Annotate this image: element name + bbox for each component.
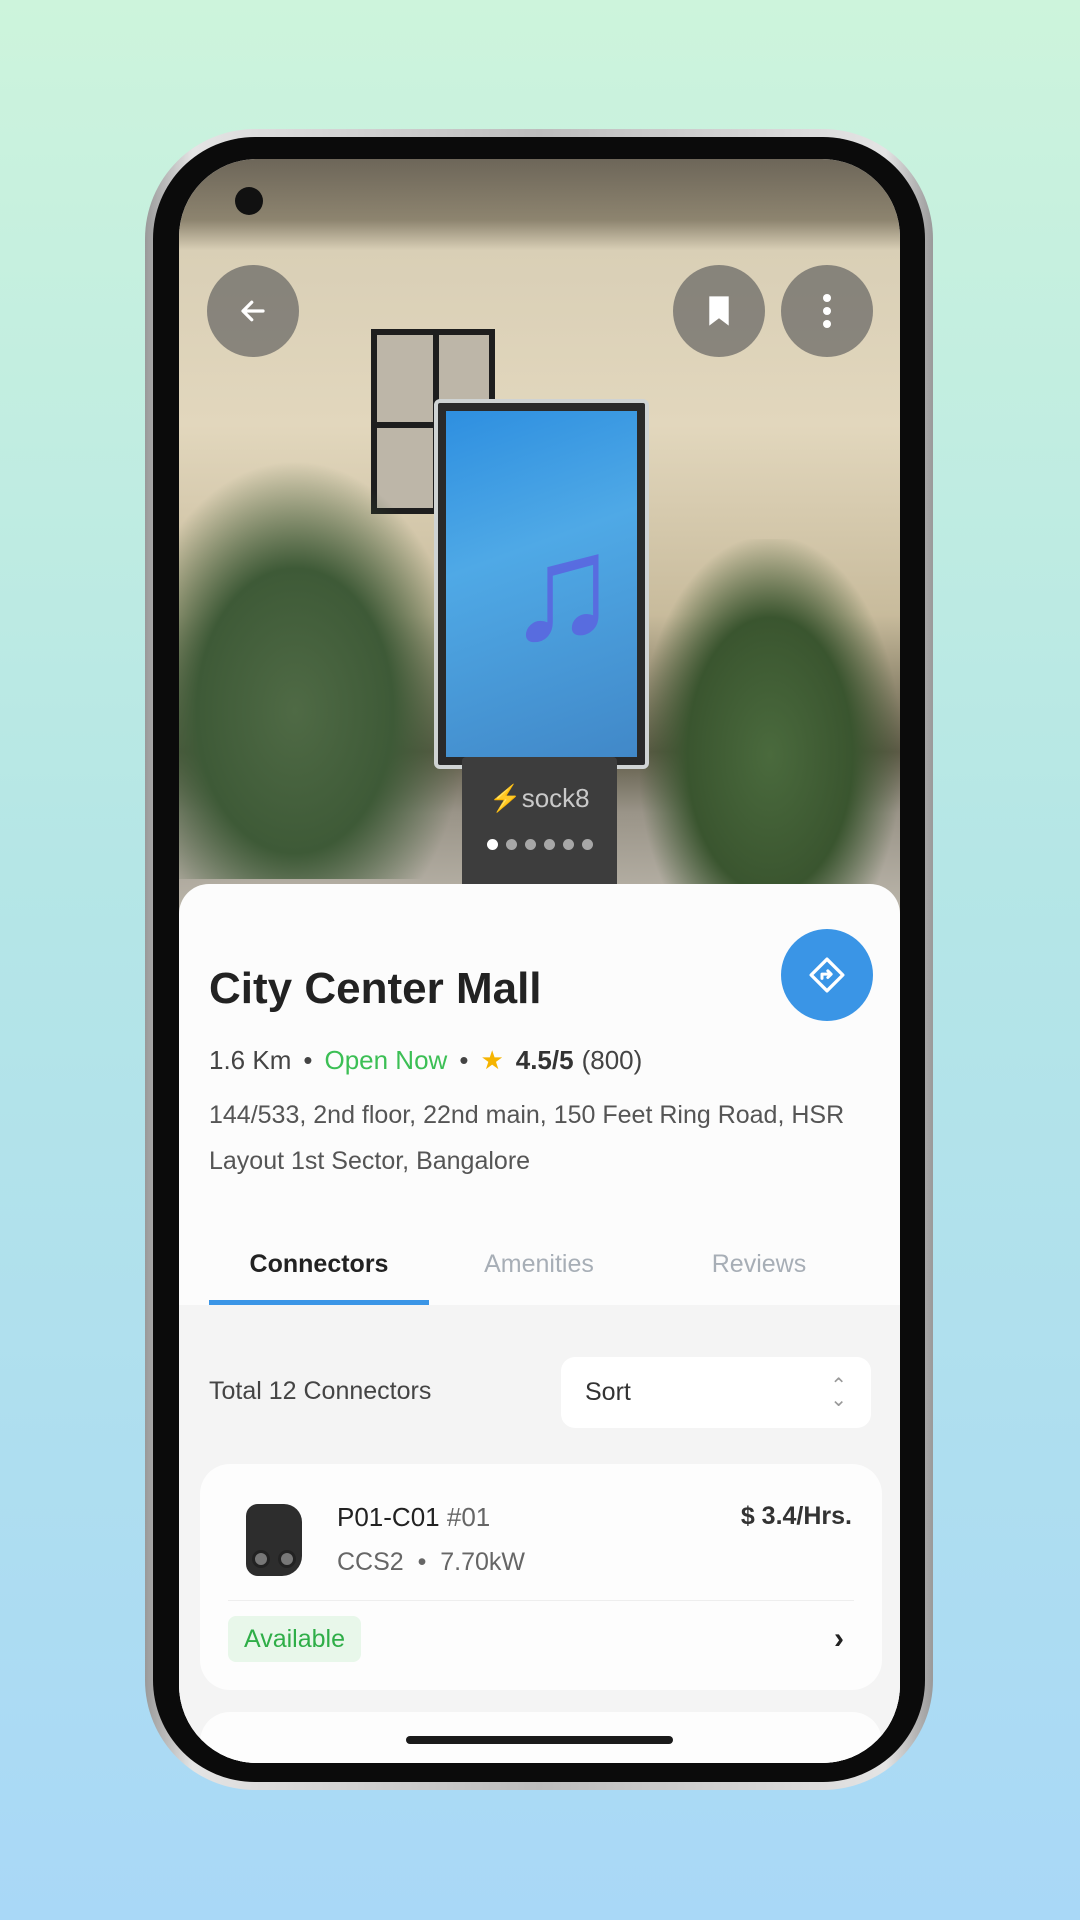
music-note-icon: ♫ <box>506 503 619 671</box>
bookmark-icon <box>709 296 729 326</box>
address: 144/533, 2nd floor, 22nd main, 150 Feet … <box>209 1101 845 1175</box>
connector-price: $ 3.4/Hrs. <box>740 1502 852 1530</box>
more-options-button[interactable] <box>781 265 873 357</box>
total-connectors: Total 12 Connectors <box>209 1377 432 1405</box>
brand-logo: ⚡sock8 <box>489 783 590 813</box>
connector-title: P01-C01 #01 <box>337 1502 490 1533</box>
separator: • <box>459 1045 469 1075</box>
connector-number: #01 <box>446 1502 491 1532</box>
open-status: Open Now <box>324 1045 448 1075</box>
carousel-dot[interactable] <box>562 839 574 850</box>
more-vertical-icon <box>823 294 831 328</box>
carousel-dot[interactable] <box>524 839 536 850</box>
home-indicator[interactable] <box>406 1736 673 1744</box>
carousel-dot[interactable] <box>486 839 498 850</box>
tabs: Connectors Amenities Reviews <box>209 1250 869 1305</box>
directions-button[interactable] <box>781 929 873 1021</box>
rating: 4.5/5 <box>515 1045 574 1075</box>
charger-display: ♫ <box>434 399 649 769</box>
station-photo[interactable]: ♫ ⚡sock8 <box>179 159 900 919</box>
station-name: City Center Mall <box>209 964 542 1013</box>
connectors-list: Total 12 Connectors Sort ⌃ ⌄ P01-C01 #01 … <box>179 1305 900 1763</box>
carousel-dot[interactable] <box>505 839 517 850</box>
separator: • <box>303 1045 313 1075</box>
star-icon: ★ <box>480 1045 504 1075</box>
connector-power: 7.70kW <box>440 1548 525 1576</box>
tab-reviews[interactable]: Reviews <box>649 1250 869 1305</box>
ccs2-plug-image <box>246 1504 302 1576</box>
review-count: (800) <box>581 1045 643 1075</box>
carousel-dot[interactable] <box>581 839 593 850</box>
status-badge: Available <box>228 1616 362 1662</box>
front-camera <box>235 187 263 215</box>
connector-card[interactable]: P01-C01 #01 CCS2 • 7.70kW $ 3.4/Hrs. Ava… <box>200 1464 882 1690</box>
screen: ♫ ⚡sock8 City Center Mall 1.6 Km • Open … <box>179 159 900 1763</box>
sort-label: Sort <box>585 1378 631 1406</box>
bookmark-button[interactable] <box>673 265 765 357</box>
station-meta: 1.6 Km • Open Now • ★ 4.5/5 (800) <box>209 1045 642 1076</box>
sort-dropdown[interactable]: Sort ⌃ ⌄ <box>561 1357 871 1428</box>
back-button[interactable] <box>207 265 299 357</box>
arrow-left-icon <box>241 300 265 322</box>
chevron-up-down-icon: ⌃ ⌄ <box>830 1374 847 1411</box>
plants <box>179 459 469 879</box>
tab-amenities[interactable]: Amenities <box>429 1250 649 1305</box>
connector-type: CCS2 <box>337 1548 404 1576</box>
distance: 1.6 Km <box>209 1045 292 1075</box>
connector-name: P01-C01 <box>337 1502 440 1532</box>
carousel-dot[interactable] <box>543 839 555 850</box>
connector-spec: CCS2 • 7.70kW <box>337 1548 525 1576</box>
chevron-right-icon[interactable]: › <box>834 1616 844 1662</box>
station-details-sheet: City Center Mall 1.6 Km • Open Now • ★ 4.5… <box>179 884 900 1763</box>
directions-icon <box>809 957 845 993</box>
divider <box>228 1600 854 1601</box>
carousel-dots[interactable] <box>179 839 900 850</box>
tab-connectors[interactable]: Connectors <box>209 1250 429 1305</box>
